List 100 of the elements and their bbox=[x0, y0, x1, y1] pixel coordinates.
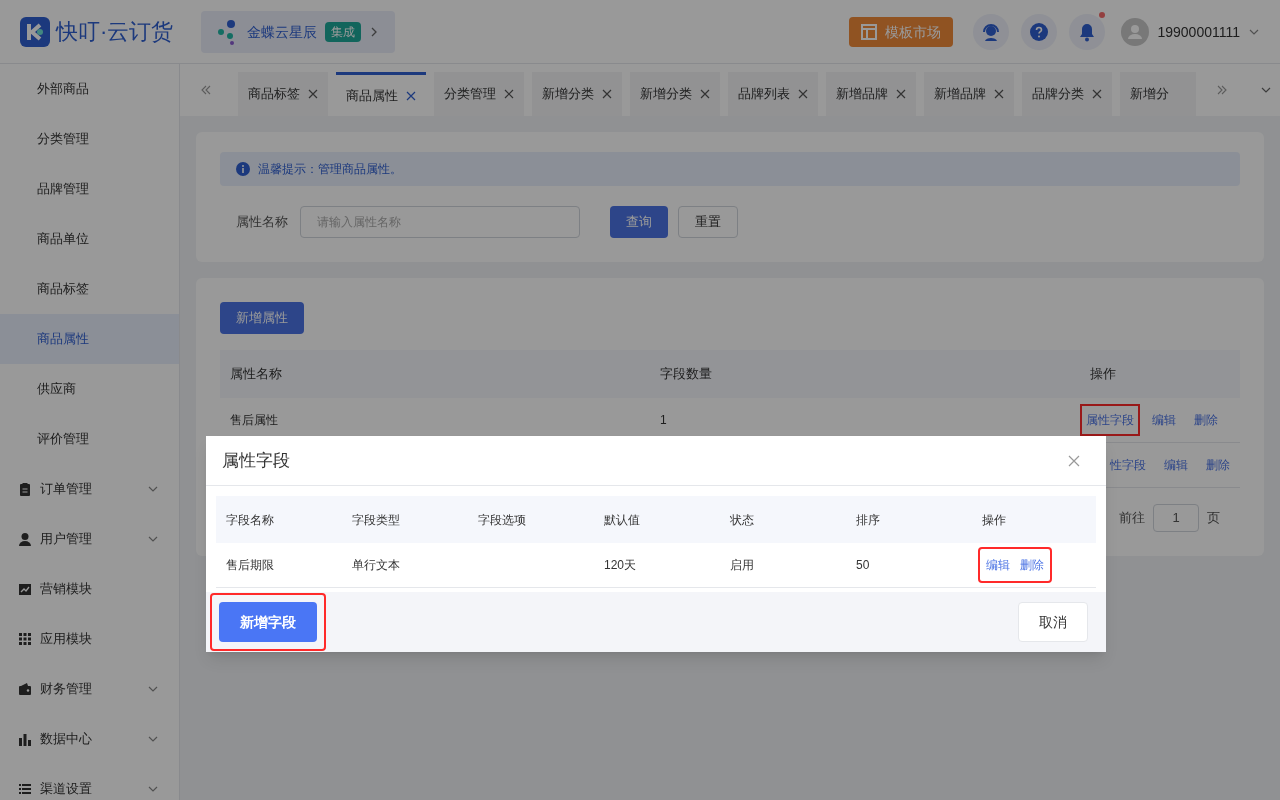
action-link[interactable]: 删除 bbox=[1020, 557, 1044, 573]
integration-badge: 集成 bbox=[325, 21, 362, 42]
sidebar-group-label: 用户管理 bbox=[40, 530, 93, 549]
page-input[interactable]: 1 bbox=[1153, 504, 1199, 532]
close-icon[interactable] bbox=[406, 90, 416, 101]
close-icon[interactable] bbox=[1092, 89, 1102, 99]
action-link[interactable]: 属性字段 bbox=[1082, 406, 1138, 434]
field-label: 属性名称 bbox=[235, 213, 289, 232]
sidebar-item[interactable]: 商品标签 bbox=[0, 264, 179, 314]
grid-icon bbox=[18, 631, 32, 647]
sidebar-group[interactable]: 订单管理 bbox=[0, 464, 179, 514]
table-cell-text: 50 bbox=[855, 557, 871, 573]
sidebar-group-label: 渠道设置 bbox=[40, 780, 93, 799]
tab[interactable]: 商品标签 bbox=[238, 72, 328, 116]
tab[interactable]: 新增品牌 bbox=[826, 72, 916, 116]
close-icon[interactable] bbox=[504, 89, 514, 99]
action-link[interactable]: 性字段 bbox=[1106, 451, 1150, 479]
help-icon bbox=[1029, 21, 1050, 42]
column-header: 状态 bbox=[729, 511, 755, 528]
dialog-title: 属性字段 bbox=[222, 449, 290, 472]
add-field-button[interactable]: 新增字段 bbox=[219, 602, 317, 642]
tab-label: 新增品牌 bbox=[934, 85, 986, 104]
tab[interactable]: 新增分 bbox=[1120, 72, 1196, 116]
tab[interactable]: 新增品牌 bbox=[924, 72, 1014, 116]
close-icon[interactable] bbox=[798, 89, 808, 99]
sidebar-group[interactable]: 财务管理 bbox=[0, 664, 179, 714]
sidebar-item[interactable]: 商品属性 bbox=[0, 314, 179, 364]
tab-label: 新增分 bbox=[1130, 85, 1169, 104]
clipboard-icon bbox=[18, 481, 32, 497]
action-link[interactable]: 编辑 bbox=[1148, 406, 1180, 434]
user-icon bbox=[18, 531, 32, 547]
sidebar-item[interactable]: 供应商 bbox=[0, 364, 179, 414]
column-header: 默认值 bbox=[603, 511, 641, 528]
sidebar-item[interactable]: 品牌管理 bbox=[0, 164, 179, 214]
column-header: 操作 bbox=[1089, 365, 1117, 384]
bell-icon bbox=[1078, 21, 1097, 42]
integration-name: 金蝶云星辰 bbox=[247, 22, 318, 42]
action-link[interactable]: 编辑 bbox=[986, 557, 1010, 573]
tab-label: 分类管理 bbox=[444, 85, 496, 104]
sidebar-group[interactable]: 数据中心 bbox=[0, 714, 179, 764]
add-attribute-button[interactable]: 新增属性 bbox=[220, 302, 304, 334]
sidebar-item[interactable]: 评价管理 bbox=[0, 414, 179, 464]
sidebar-item[interactable]: 分类管理 bbox=[0, 114, 179, 164]
sidebar-group-label: 订单管理 bbox=[40, 480, 93, 499]
tab-label: 新增分类 bbox=[640, 85, 692, 104]
sidebar-group-label: 营销模块 bbox=[40, 580, 93, 599]
notice-text: 温馨提示：管理商品属性。 bbox=[258, 161, 402, 177]
close-icon[interactable] bbox=[602, 89, 612, 99]
list-icon bbox=[18, 781, 32, 797]
close-icon[interactable] bbox=[896, 89, 906, 99]
query-button[interactable]: 查询 bbox=[610, 206, 668, 238]
notification-button[interactable] bbox=[1069, 13, 1106, 50]
sidebar-group[interactable]: 渠道设置 bbox=[0, 764, 179, 800]
bar-chart-icon bbox=[18, 731, 32, 747]
layout-icon bbox=[861, 23, 878, 40]
tab[interactable]: 新增分类 bbox=[532, 72, 622, 116]
close-icon[interactable] bbox=[1068, 454, 1080, 467]
tab[interactable]: 新增分类 bbox=[630, 72, 720, 116]
close-icon[interactable] bbox=[700, 89, 710, 99]
column-header: 操作 bbox=[981, 511, 1007, 528]
table-cell-text: 1 bbox=[659, 412, 668, 428]
integration-button[interactable]: 金蝶云星辰 集成 bbox=[201, 10, 396, 53]
action-link[interactable]: 删除 bbox=[1190, 406, 1222, 434]
logo-text: 快叮·云订货 bbox=[56, 18, 174, 46]
double-right-icon[interactable] bbox=[1216, 84, 1228, 96]
sidebar-item[interactable]: 外部商品 bbox=[0, 64, 179, 114]
sidebar-group-label: 应用模块 bbox=[40, 630, 93, 649]
wallet-icon bbox=[18, 681, 32, 697]
tab-label: 商品标签 bbox=[248, 85, 300, 104]
sidebar-group-label: 数据中心 bbox=[40, 730, 93, 749]
sidebar-item[interactable]: 商品单位 bbox=[0, 214, 179, 264]
tab-label: 新增分类 bbox=[542, 85, 594, 104]
column-header: 字段类型 bbox=[351, 511, 401, 528]
table-cell-text: 售后属性 bbox=[229, 412, 279, 428]
reset-button[interactable]: 重置 bbox=[678, 206, 738, 238]
close-icon[interactable] bbox=[308, 89, 318, 99]
sidebar-group[interactable]: 用户管理 bbox=[0, 514, 179, 564]
goto-label: 前往 bbox=[1119, 509, 1145, 528]
close-icon[interactable] bbox=[994, 89, 1004, 99]
line-chart-icon bbox=[18, 581, 32, 597]
column-header: 排序 bbox=[855, 511, 881, 528]
double-left-icon[interactable] bbox=[200, 84, 212, 96]
sidebar-group[interactable]: 应用模块 bbox=[0, 614, 179, 664]
table-cell-text: 单行文本 bbox=[351, 557, 401, 573]
tab[interactable]: 品牌列表 bbox=[728, 72, 818, 116]
column-header: 字段数量 bbox=[659, 365, 713, 384]
sidebar-group[interactable]: 营销模块 bbox=[0, 564, 179, 614]
tab[interactable]: 品牌分类 bbox=[1022, 72, 1112, 116]
action-link[interactable]: 删除 bbox=[1202, 451, 1234, 479]
tab-label: 新增品牌 bbox=[836, 85, 888, 104]
tab-label: 品牌分类 bbox=[1032, 85, 1084, 104]
cancel-button[interactable]: 取消 bbox=[1018, 602, 1088, 642]
tab[interactable]: 分类管理 bbox=[434, 72, 524, 116]
user-menu[interactable]: 19900001111 bbox=[1157, 21, 1260, 42]
table-cell-text: 启用 bbox=[729, 557, 755, 573]
column-header: 字段选项 bbox=[477, 511, 527, 528]
sidebar-group-label: 财务管理 bbox=[40, 680, 93, 699]
column-header: 字段名称 bbox=[225, 511, 275, 528]
action-link[interactable]: 编辑 bbox=[1160, 451, 1192, 479]
tab-label: 商品属性 bbox=[346, 86, 398, 105]
